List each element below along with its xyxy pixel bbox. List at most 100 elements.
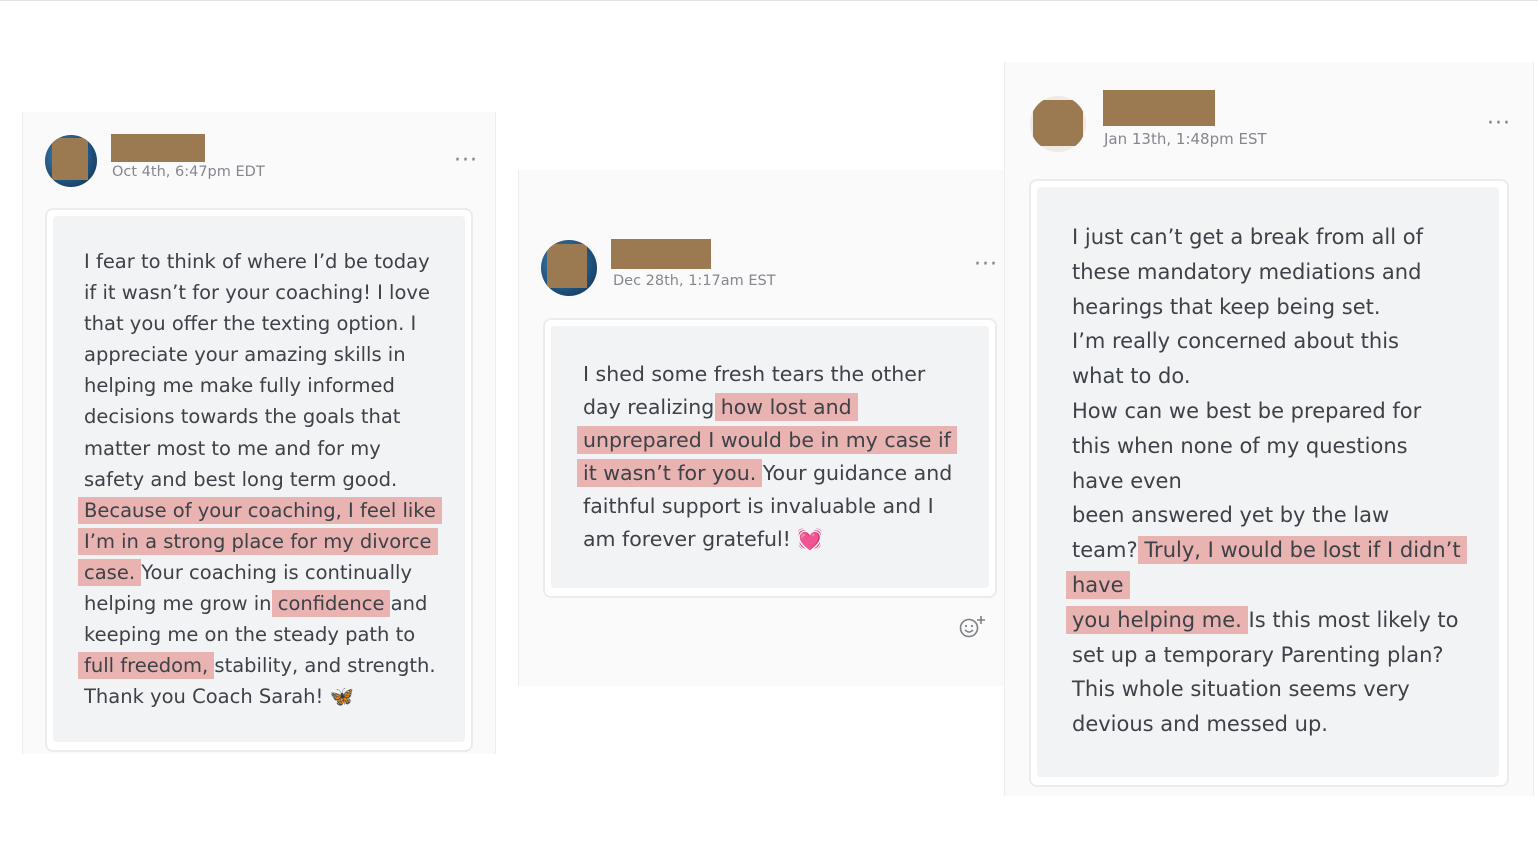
message-text-segment: am forever grateful! 💓 [583,527,823,551]
message-line: decisions towards the goals that [84,401,436,432]
message-line: that you offer the texting option. I [84,308,436,339]
message-line: am forever grateful! 💓 [583,523,952,556]
message-text-segment: matter most to me and for my [84,436,381,460]
message-line: day realizing how lost and [583,391,952,424]
message-line: been answered yet by the law [1072,498,1461,533]
message-timestamp: Jan 13th, 1:48pm EST [1104,130,1267,148]
message-line: set up a temporary Parenting plan? [1072,638,1461,673]
more-options-icon[interactable]: ··· [974,254,998,276]
add-reaction-icon[interactable] [957,613,989,641]
message-text-segment: How can we best be prepared for [1072,398,1422,423]
message-text-segment: that you offer the texting option. I [84,312,417,336]
message-text-segment: appreciate your amazing skills in [84,343,406,367]
message-text-segment: helping me grow in [84,592,278,616]
message-line: you helping me. Is this most likely to [1066,603,1461,638]
highlighted-text: case. [78,558,142,586]
message-text-segment: and [384,592,428,616]
message-text-segment: helping me make fully informed [84,374,395,398]
sender-avatar[interactable] [45,135,97,187]
top-divider [0,0,1538,1]
message-line: I shed some fresh tears the other [583,358,952,391]
message-line: I’m in a strong place for my divorce [78,526,438,557]
highlighted-text: unprepared I would be in my case if [577,426,957,454]
sender-avatar[interactable] [541,240,597,296]
message-line: have [1066,568,1461,603]
message-line: these mandatory mediations and [1072,255,1461,290]
message-line: I fear to think of where I’d be today [84,246,436,277]
message-line: I just can’t get a break from all of [1072,220,1461,255]
message-text: I fear to think of where I’d be today if … [78,246,442,712]
message-text-segment: keeping me on the steady path to [84,623,416,647]
highlighted-text: I’m in a strong place for my divorce [78,527,438,555]
message-text-segment: Your guidance and [756,461,953,485]
sender-name-redaction [611,239,711,269]
message-line: appreciate your amazing skills in [84,339,436,370]
highlighted-text: have [1066,570,1130,599]
message-line: keeping me on the steady path to [84,619,436,650]
message-line: if it wasn’t for your coaching! I love [84,277,436,308]
message-text-segment: decisions towards the goals that [84,405,401,429]
highlighted-text: Because of your coaching, I feel like [78,496,442,524]
message-text-segment: this when none of my questions [1072,433,1408,458]
message-line: How can we best be prepared for [1072,394,1461,429]
highlighted-text: full freedom, [78,652,215,680]
highlighted-text: you helping me. [1066,605,1248,634]
message-text-segment: these mandatory mediations and [1072,259,1422,284]
message-line: hearings that keep being set. [1072,290,1461,325]
message-line: what to do. [1072,359,1461,394]
message-line: have even [1072,464,1461,499]
message-text-segment: team? [1072,538,1145,563]
highlighted-text: how lost and [714,393,858,421]
message-timestamp: Oct 4th, 6:47pm EDT [112,164,265,180]
message-line: safety and best long term good. [84,464,436,495]
message-line: full freedom, stability, and strength. [78,650,436,681]
message-line: helping me grow in confidence and [84,588,436,619]
message-text-segment: day realizing [583,395,721,419]
message-text-segment: I just can’t get a break from all of [1072,225,1424,249]
message-line: team? Truly, I would be lost if I didn’t [1072,533,1467,568]
message-text-segment: This whole situation seems very [1072,677,1410,702]
message-text-segment: Thank you Coach Sarah! 🦋 [84,685,354,709]
message-line: faithful support is invaluable and I [583,490,952,523]
message-timestamp: Dec 28th, 1:17am EST [613,273,776,289]
highlighted-text: it wasn’t for you. [577,459,763,487]
smiley-plus-icon [959,616,985,638]
sender-name-redaction [1103,90,1215,126]
message-line: I’m really concerned about this [1072,324,1461,359]
more-options-icon[interactable]: ··· [1487,113,1511,135]
sender-avatar[interactable] [1030,96,1086,152]
avatar-redaction [1033,100,1083,146]
message-line: helping me make fully informed [84,370,436,401]
message-text-segment: faithful support is invaluable and I [583,494,934,518]
message-line: unprepared I would be in my case if [577,424,957,457]
message-text-segment: Is this most likely to [1241,607,1459,632]
message-text-segment: safety and best long term good. [84,467,398,491]
message-line: matter most to me and for my [84,433,436,464]
message-line: Thank you Coach Sarah! 🦋 [84,681,436,712]
message-text-segment: I’m really concerned about this [1072,329,1399,354]
message-text-segment: hearings that keep being set. [1072,294,1381,319]
message-text-segment: been answered yet by the law [1072,503,1390,528]
message-line: it wasn’t for you. Your guidance and [577,457,953,490]
message-text-segment: devious and messed up. [1072,712,1328,737]
message-text-segment: have even [1072,468,1182,493]
message-text-segment: Your coaching is continually [135,560,412,584]
highlighted-text: confidence [271,590,391,618]
message-line: case. Your coaching is continually [78,557,436,588]
more-options-icon[interactable]: ··· [454,150,478,172]
message-line: This whole situation seems very [1072,672,1461,707]
message-text-segment: set up a temporary Parenting plan? [1072,642,1444,667]
message-line: Because of your coaching, I feel like [78,495,442,526]
message-card-1: Oct 4th, 6:47pm EDT ··· I fear to think … [22,112,496,754]
message-line: devious and messed up. [1072,707,1461,742]
message-text-segment: I shed some fresh tears the other [583,362,926,386]
message-text-segment: if it wasn’t for your coaching! I love [84,281,430,305]
highlighted-text: Truly, I would be lost if I didn’t [1138,536,1467,565]
message-text-segment: what to do. [1072,364,1191,389]
message-card-3: Jan 13th, 1:48pm EST ··· I just can’t ge… [1004,62,1534,796]
message-text: I just can’t get a break from all of thes… [1066,220,1467,742]
sender-name-redaction [111,134,205,162]
avatar-redaction [547,244,587,288]
message-text-segment: I fear to think of where I’d be today [84,250,430,273]
message-text: I shed some fresh tears the other day rea… [577,358,957,556]
